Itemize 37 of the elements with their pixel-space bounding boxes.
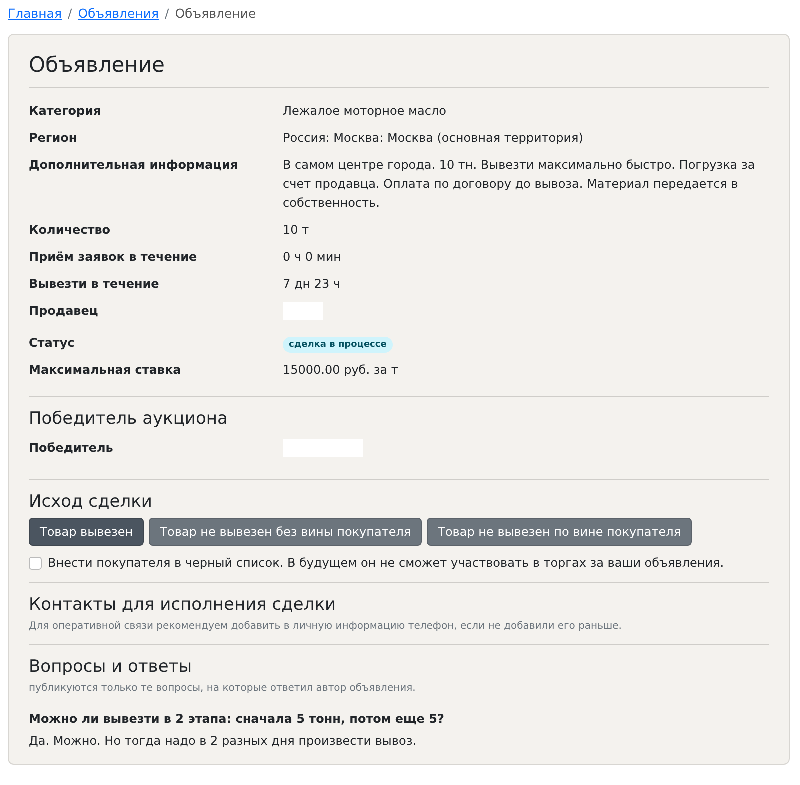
outcome-button[interactable]: Товар не вывезен без вины покупателя (149, 518, 422, 546)
field-label: Победитель (29, 440, 114, 457)
section-title: Вопросы и ответы (29, 657, 194, 677)
field-label: Максимальная ставка (29, 362, 182, 379)
field-label: Количество (29, 222, 112, 239)
field-label: Приём заявок в течение (29, 249, 198, 266)
outcome-button[interactable]: Товар вывезен (29, 518, 144, 546)
field-value: 15000.00 руб. за т (283, 362, 400, 379)
breadcrumb-link[interactable]: Главная (8, 6, 62, 30)
page-title: Объявление (29, 53, 769, 88)
field-value: В самом центре города. 10 тн. Вывезти максимально быстро. Погрузка за счет продавца. Оплата по договору до вывоза. Материал передается в собственность. (283, 157, 756, 212)
checkbox[interactable] (29, 556, 42, 570)
breadcrumb-link[interactable]: Объявления (78, 6, 159, 30)
breadcrumb-separator: / (68, 6, 72, 23)
field-value: 10 т (283, 222, 310, 239)
answer-text: Да. Можно. Но тогда надо в 2 разных дня произвести вывоз. (29, 734, 418, 748)
section-title: Исход сделки (29, 492, 154, 512)
field-label: Дополнительная информация (29, 157, 240, 174)
field-value: Россия: Москва: Москва (основная территория) (283, 130, 584, 147)
section-title: Контакты для исполнения сделки (29, 595, 338, 615)
checkbox-label: Внести покупателя в черный список. В будущем он не сможет участвовать в торгах за ваши объявления. (48, 556, 724, 570)
field-value: 0 ч 0 мин (283, 249, 342, 266)
field-label: Продавец (29, 303, 100, 320)
hint-text: публикуются только те вопросы, на которые ответил автор объявления. (29, 683, 417, 694)
outcome-button[interactable]: Товар не вывезен по вине покупателя (427, 518, 692, 546)
field-label: Статус (29, 335, 76, 352)
breadcrumb-current: Объявление (175, 6, 256, 23)
question-text: Можно ли вывезти в 2 этапа: сначала 5 тонн, потом еще 5? (29, 712, 446, 726)
status-badge: сделка в процессе (283, 337, 393, 353)
breadcrumb-separator: / (164, 6, 170, 23)
field-value: 7 дн 23 ч (283, 276, 342, 293)
hint-text: Для оперативной связи рекомендуем добавить в личную информацию телефон, если не добавили его раньше. (29, 621, 623, 632)
field-label: Категория (29, 103, 102, 120)
field-value: Лежалое моторное масло (283, 103, 448, 120)
field-label: Регион (29, 130, 78, 147)
field-label: Вывезти в течение (29, 276, 160, 293)
section-title: Победитель аукциона (29, 409, 229, 429)
